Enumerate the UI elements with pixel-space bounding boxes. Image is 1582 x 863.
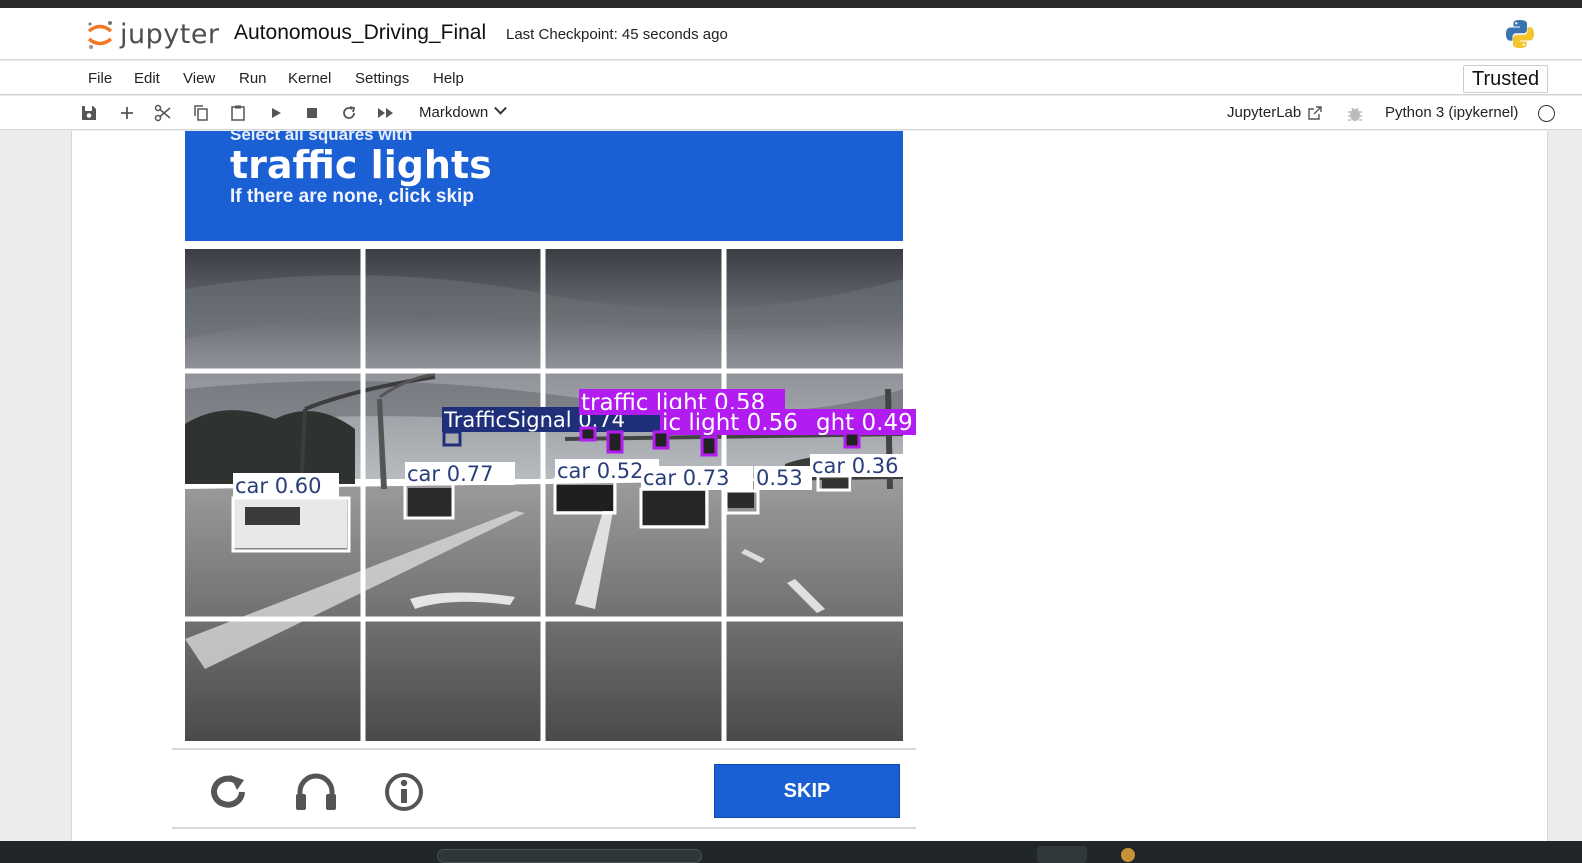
captcha-footer: SKIP — [172, 748, 916, 829]
menu-bar: File Edit View Run Kernel Settings Help … — [0, 61, 1582, 95]
traffic-light-label: ght 0.49 — [816, 410, 913, 436]
stop-icon[interactable] — [301, 102, 323, 124]
fast-forward-icon[interactable] — [375, 102, 397, 124]
kernel-status-icon — [1538, 105, 1555, 122]
jupyter-header: jupyter Autonomous_Driving_Final Last Ch… — [0, 8, 1582, 60]
add-cell-icon[interactable] — [116, 102, 138, 124]
cut-icon[interactable] — [152, 102, 174, 124]
menu-settings[interactable]: Settings — [355, 70, 409, 87]
save-icon[interactable] — [78, 102, 100, 124]
cell-type-select[interactable]: Markdown — [419, 101, 508, 121]
skip-button[interactable]: SKIP — [714, 764, 900, 818]
car-label: 0.53 — [756, 466, 803, 490]
traffic-light-box — [579, 426, 597, 442]
cell-type-value: Markdown — [419, 104, 489, 121]
detection-overlays: car 0.60 car 0.77 car 0.52 car 0.73 0.53… — [231, 389, 916, 553]
headphones-icon[interactable] — [292, 772, 340, 812]
taskbar-app-icon[interactable] — [1037, 846, 1087, 863]
car-label: car 0.77 — [407, 462, 493, 486]
car-box — [553, 477, 617, 515]
reload-icon[interactable] — [204, 772, 252, 812]
jupyter-logo-text: jupyter — [120, 18, 220, 50]
menu-help[interactable]: Help — [433, 70, 464, 87]
menu-file[interactable]: File — [88, 70, 112, 87]
notebook-title[interactable]: Autonomous_Driving_Final — [234, 21, 486, 45]
last-checkpoint: Last Checkpoint: 45 seconds ago — [506, 26, 728, 43]
jupyterlab-link[interactable]: JupyterLab — [1227, 104, 1323, 121]
chevron-down-icon — [494, 101, 508, 115]
traffic-light-box — [606, 430, 624, 454]
trusted-indicator[interactable]: Trusted — [1463, 65, 1549, 93]
notebook-toolbar: Markdown JupyterLab Python 3 (ipykernel) — [0, 96, 1582, 130]
jupyter-logo[interactable]: jupyter — [86, 16, 226, 52]
traffic-signal-box — [442, 430, 462, 447]
copy-icon[interactable] — [190, 102, 212, 124]
taskbar — [0, 841, 1582, 863]
window-top-strip — [0, 0, 1582, 8]
traffic-light-box — [843, 431, 861, 449]
paste-icon[interactable] — [227, 102, 249, 124]
car-label: car 0.52 — [557, 459, 643, 483]
menu-view[interactable]: View — [183, 70, 215, 87]
car-label: car 0.36 — [812, 454, 898, 478]
restart-icon[interactable] — [338, 102, 360, 124]
car-box — [639, 487, 709, 529]
info-icon[interactable] — [380, 772, 428, 812]
car-box — [816, 474, 852, 492]
traffic-light-box — [652, 430, 670, 450]
menu-edit[interactable]: Edit — [134, 70, 160, 87]
python-logo-icon — [1504, 18, 1536, 50]
menu-kernel[interactable]: Kernel — [288, 70, 331, 87]
car-box — [231, 496, 351, 553]
run-icon[interactable] — [265, 102, 287, 124]
traffic-light-label: ic light 0.56 — [662, 410, 798, 436]
jupyter-logo-icon — [86, 20, 114, 49]
car-label: car 0.73 — [643, 466, 729, 490]
car-box — [724, 489, 760, 515]
taskbar-search[interactable] — [437, 849, 702, 863]
kernel-name[interactable]: Python 3 (ipykernel) — [1385, 104, 1518, 121]
car-label: car 0.60 — [235, 474, 321, 498]
captcha-output-image: Select all squares with traffic lights I… — [172, 131, 916, 829]
traffic-light-box — [700, 435, 718, 457]
menu-run[interactable]: Run — [239, 70, 267, 87]
jupyterlab-link-label: JupyterLab — [1227, 104, 1302, 121]
taskbar-app-icon[interactable] — [1121, 848, 1135, 862]
external-link-icon — [1308, 105, 1322, 120]
bug-icon[interactable] — [1345, 104, 1365, 124]
car-box — [403, 482, 455, 520]
